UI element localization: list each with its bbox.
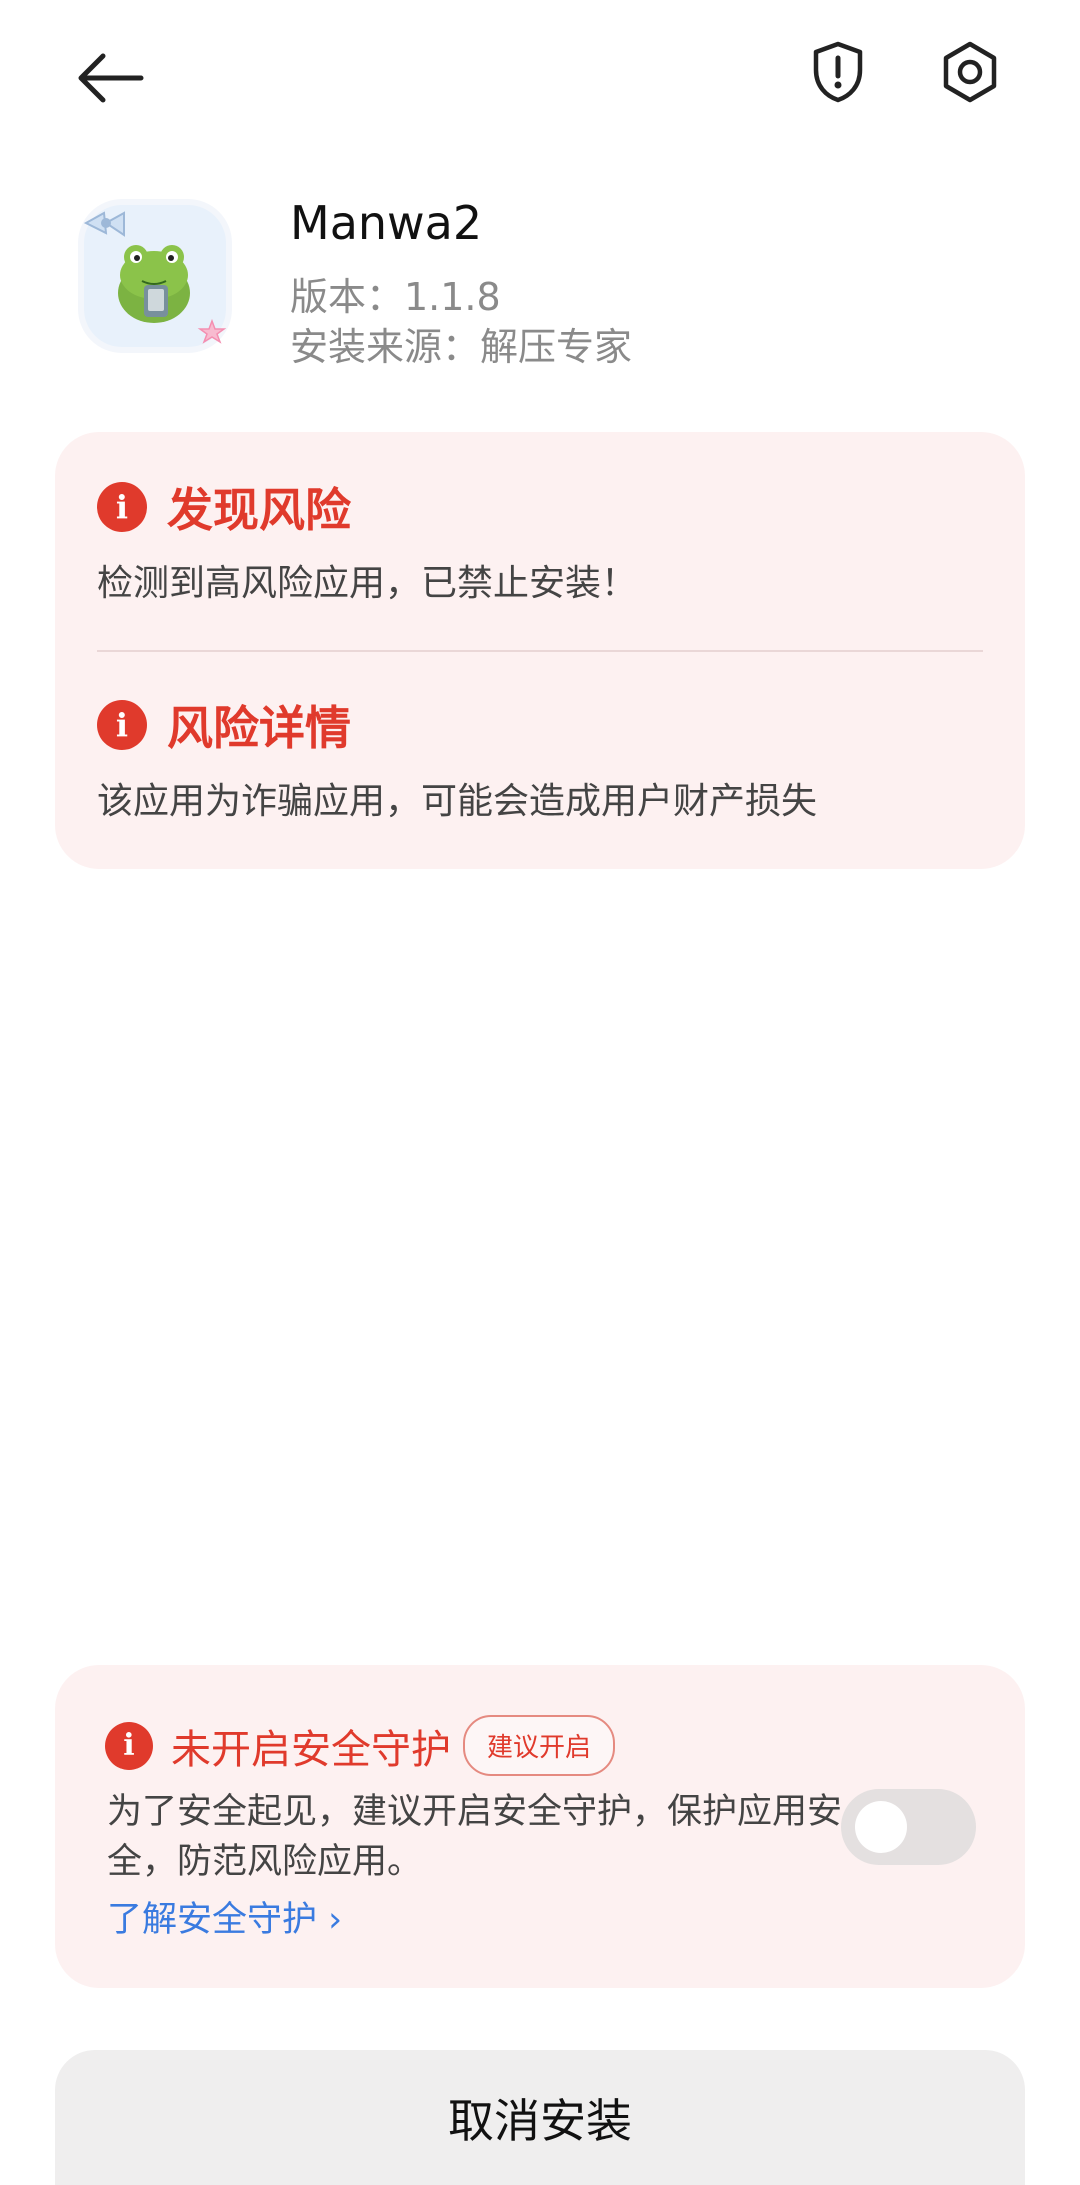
suggest-enable-badge: 建议开启 — [463, 1715, 616, 1776]
risk-card: i 发现风险 检测到高风险应用，已禁止安装！ i 风险详情 该应用为诈骗应用，可… — [55, 432, 1025, 869]
info-icon: i — [97, 482, 147, 532]
protection-title: 未开启安全守护 — [171, 1726, 451, 1773]
frog-app-icon — [83, 211, 227, 344]
risk-found-header: i 发现风险 — [97, 474, 351, 540]
back-button[interactable] — [60, 28, 160, 128]
protection-header: i 未开启安全守护 建议开启 — [105, 1715, 616, 1776]
divider — [97, 650, 983, 652]
security-shield-button[interactable] — [788, 22, 888, 122]
app-name: Manwa2 — [290, 196, 483, 250]
risk-detail-header: i 风险详情 — [97, 692, 351, 758]
shield-alert-icon — [813, 41, 863, 103]
install-blocked-screen: Manwa2 版本：1.1.8 安装来源：解压专家 i 发现风险 检测到高风险应… — [0, 0, 1080, 2185]
gear-icon — [943, 41, 997, 103]
info-icon: i — [97, 700, 147, 750]
app-icon — [83, 205, 227, 347]
app-version: 版本：1.1.8 — [290, 275, 501, 319]
risk-found-title: 发现风险 — [167, 483, 351, 537]
risk-found-desc: 检测到高风险应用，已禁止安装！ — [97, 563, 638, 604]
install-source: 安装来源：解压专家 — [290, 325, 633, 369]
info-icon: i — [105, 1721, 153, 1770]
security-protection-card: i 未开启安全守护 建议开启 为了安全起见，建议开启安全守护，保护应用安全，防范… — [55, 1665, 1025, 1988]
protection-toggle[interactable] — [841, 1789, 976, 1865]
arrow-left-icon — [78, 53, 144, 103]
cancel-install-button[interactable]: 取消安装 — [55, 2050, 1025, 2185]
settings-button[interactable] — [920, 22, 1020, 122]
risk-detail-title: 风险详情 — [167, 701, 351, 755]
learn-protection-link[interactable]: 了解安全守护 › — [107, 1891, 342, 1942]
toggle-knob — [855, 1801, 907, 1853]
risk-detail-desc: 该应用为诈骗应用，可能会造成用户财产损失 — [97, 781, 818, 822]
protection-desc: 为了安全起见，建议开启安全守护，保护应用安全，防范风险应用。 — [107, 1792, 843, 1882]
